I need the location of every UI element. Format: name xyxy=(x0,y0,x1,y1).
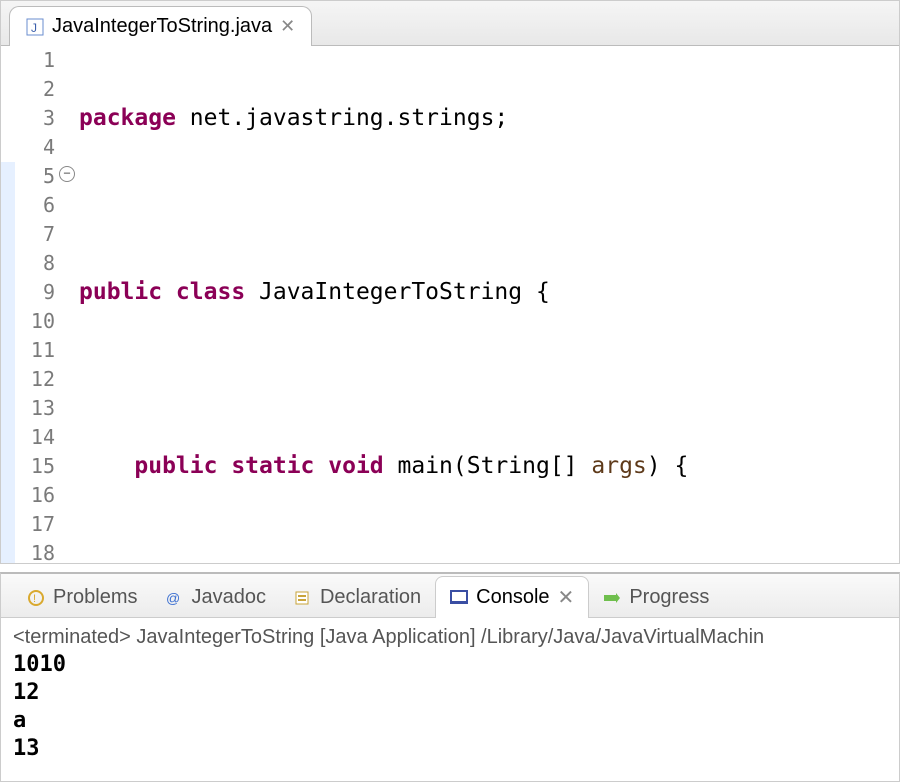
line-number: 9 xyxy=(15,278,55,307)
console-line: 12 xyxy=(13,679,887,707)
folding-margin xyxy=(1,46,15,563)
tab-problems[interactable]: ! Problems xyxy=(13,578,151,617)
code-line: public static void main(String[] args) { xyxy=(79,452,899,481)
tab-progress[interactable]: Progress xyxy=(589,578,723,617)
console-icon xyxy=(450,589,468,607)
problems-icon: ! xyxy=(27,589,45,607)
code-line xyxy=(79,365,899,394)
line-number: 14 xyxy=(15,423,55,452)
tab-label: Declaration xyxy=(320,586,421,609)
line-number: 18 xyxy=(15,539,55,563)
line-number: 7 xyxy=(15,220,55,249)
tab-javadoc[interactable]: @ Javadoc xyxy=(151,578,280,617)
tab-label: Progress xyxy=(629,586,709,609)
editor-tab-bar: J JavaIntegerToString.java ✕ xyxy=(1,1,899,46)
console-line: a xyxy=(13,707,887,735)
line-number: 6 xyxy=(15,191,55,220)
console-line: 13 xyxy=(13,735,887,763)
line-number: 2 xyxy=(15,75,55,104)
close-tab-icon[interactable]: ✕ xyxy=(280,16,295,37)
line-number: 4 xyxy=(15,133,55,162)
code-line: public class JavaIntegerToString { xyxy=(79,278,899,307)
line-number: 15 xyxy=(15,452,55,481)
line-number: 8 xyxy=(15,249,55,278)
line-number: 13 xyxy=(15,394,55,423)
editor-tab-label: JavaIntegerToString.java xyxy=(52,15,272,38)
line-number: 1 xyxy=(15,46,55,75)
close-view-icon[interactable]: ✕ xyxy=(558,585,575,610)
line-number: 17 xyxy=(15,510,55,539)
line-number: 10 xyxy=(15,307,55,336)
svg-text:!: ! xyxy=(33,593,36,605)
javadoc-icon: @ xyxy=(165,589,183,607)
code-line xyxy=(79,191,899,220)
line-number: 16 xyxy=(15,481,55,510)
java-file-icon: J xyxy=(26,18,44,36)
line-number: 5 xyxy=(15,162,55,191)
code-line xyxy=(79,539,899,563)
editor-tab[interactable]: J JavaIntegerToString.java ✕ xyxy=(9,6,312,46)
declaration-icon xyxy=(294,589,312,607)
tab-declaration[interactable]: Declaration xyxy=(280,578,435,617)
progress-icon xyxy=(603,589,621,607)
tab-console[interactable]: Console ✕ xyxy=(435,576,589,618)
line-number: 3 xyxy=(15,104,55,133)
code-area[interactable]: package net.javastring.strings; public c… xyxy=(61,46,899,563)
editor-panel: J JavaIntegerToString.java ✕ 1 2 3 4 5 6… xyxy=(0,0,900,564)
editor-body[interactable]: 1 2 3 4 5 6 7 8 9 10 11 12 13 14 15 16 1… xyxy=(1,46,899,563)
tab-label: Javadoc xyxy=(191,586,266,609)
svg-text:@: @ xyxy=(166,590,180,606)
line-gutter: 1 2 3 4 5 6 7 8 9 10 11 12 13 14 15 16 1… xyxy=(15,46,61,563)
svg-text:J: J xyxy=(31,21,37,35)
tab-label: Console xyxy=(476,586,549,609)
line-number: 11 xyxy=(15,336,55,365)
bottom-panel: ! Problems @ Javadoc Declaration Console… xyxy=(0,572,900,782)
console-line: 1010 xyxy=(13,651,887,679)
console-status: <terminated> JavaIntegerToString [Java A… xyxy=(1,618,899,651)
tab-label: Problems xyxy=(53,586,137,609)
view-tab-bar: ! Problems @ Javadoc Declaration Console… xyxy=(1,574,899,618)
line-number: 12 xyxy=(15,365,55,394)
code-line: package net.javastring.strings; xyxy=(79,104,899,133)
console-output[interactable]: 1010 12 a 13 xyxy=(1,651,899,771)
